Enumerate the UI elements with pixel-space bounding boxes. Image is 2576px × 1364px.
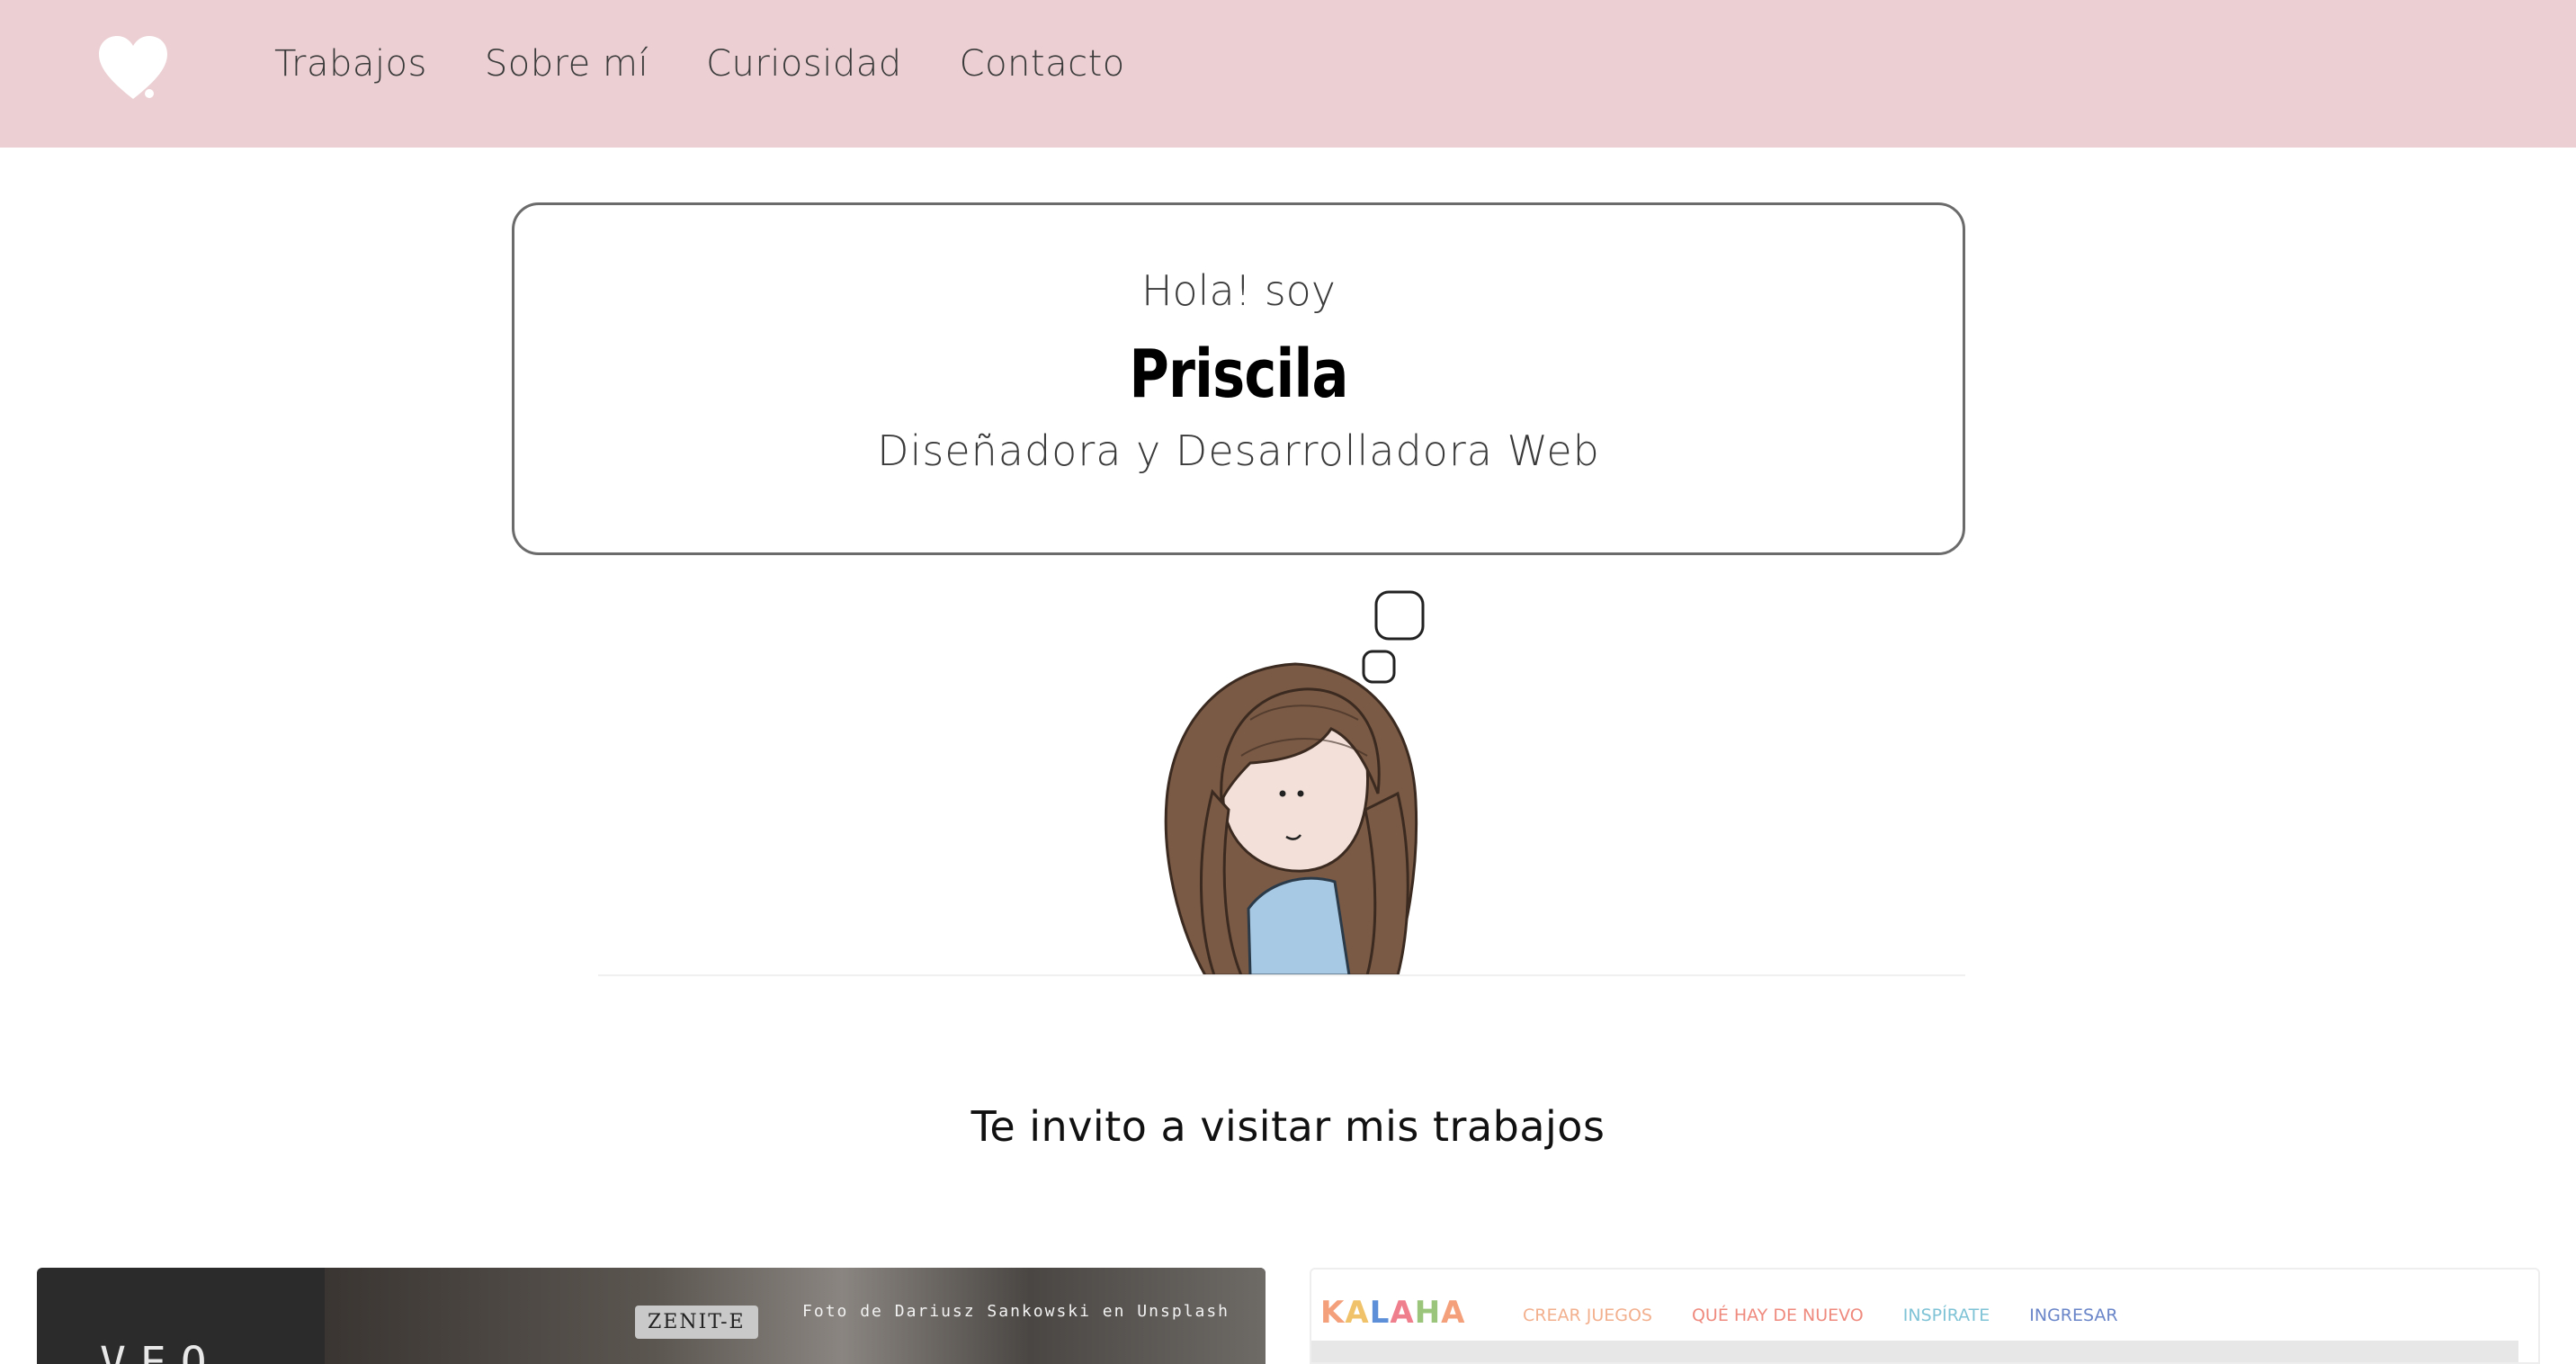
girl-illustration	[1164, 590, 1425, 975]
intro-name: Priscila	[1129, 336, 1348, 413]
intro-card: Hola! soy Priscila Diseñadora y Desarrol…	[512, 202, 1965, 555]
kalaha-logo: KALAHA	[1320, 1295, 1466, 1331]
nav-link-contacto[interactable]: Contacto	[960, 43, 1125, 85]
intro-greeting: Hola! soy	[1140, 266, 1337, 315]
project-title: VEO	[100, 1338, 221, 1364]
kalaha-nav-inspirate[interactable]: INSPÍRATE	[1903, 1306, 1990, 1325]
section-divider	[598, 974, 1965, 976]
project-card-veo[interactable]: ZENIT-E Foto de Dariusz Sankowski en Uns…	[37, 1268, 1266, 1364]
nav-link-curiosidad[interactable]: Curiosidad	[706, 43, 902, 85]
works-heading: Te invito a visitar mis trabajos	[970, 1102, 1606, 1151]
kalaha-nav-ingresar[interactable]: INGRESAR	[2029, 1306, 2117, 1325]
main-nav: Trabajos Sobre mí Curiosidad Contacto	[274, 43, 1125, 85]
site-header: Trabajos Sobre mí Curiosidad Contacto	[0, 0, 2576, 148]
kalaha-nav-que-hay-de-nuevo[interactable]: QUÉ HAY DE NUEVO	[1692, 1306, 1864, 1325]
nav-link-sobre-mi[interactable]: Sobre mí	[485, 43, 648, 85]
project-card-kalaha[interactable]: KALAHA CREAR JUEGOS QUÉ HAY DE NUEVO INS…	[1310, 1268, 2540, 1364]
camera-label: ZENIT-E	[635, 1306, 758, 1339]
nav-link-trabajos[interactable]: Trabajos	[274, 43, 427, 85]
kalaha-content-bar	[1311, 1341, 2518, 1362]
heart-icon[interactable]	[97, 34, 169, 103]
kalaha-nav-crear-juegos[interactable]: CREAR JUEGOS	[1523, 1306, 1652, 1325]
photo-credit: Foto de Dariusz Sankowski en Unsplash	[802, 1302, 1230, 1321]
intro-role: Diseñadora y Desarrolladora Web	[877, 426, 1600, 475]
kalaha-nav: CREAR JUEGOS QUÉ HAY DE NUEVO INSPÍRATE …	[1523, 1306, 2118, 1325]
